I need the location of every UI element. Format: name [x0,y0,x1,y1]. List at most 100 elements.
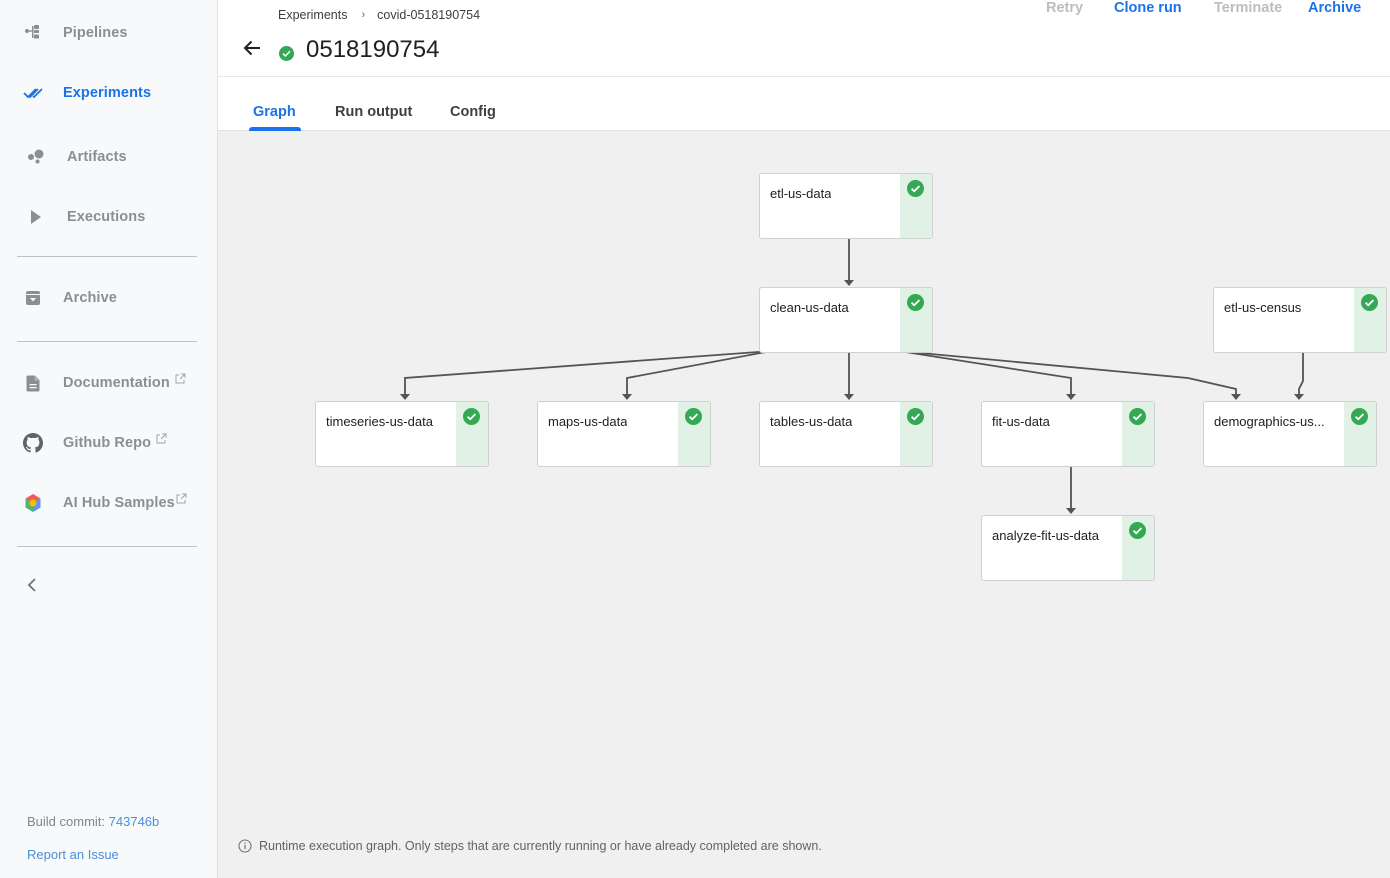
success-check-icon [1361,294,1378,311]
node-label: timeseries-us-data [326,414,433,429]
node-label: etl-us-data [770,186,832,201]
graph-node-analyze-fit-us-data[interactable]: analyze-fit-us-data [981,515,1155,581]
success-check-icon [907,294,924,311]
graph-edge [898,350,1072,394]
sidebar-item-label: Archive [63,290,117,306]
node-status-strip [1344,402,1376,466]
node-status-strip [900,288,932,352]
edge-arrowhead [1231,394,1241,400]
graph-edge [404,350,772,394]
sidebar-item-documentation[interactable]: Documentation [0,363,217,403]
chevron-right-icon: › [361,9,366,21]
node-label: clean-us-data [770,300,849,315]
node-status-strip [900,402,932,466]
chevron-left-icon [27,578,36,592]
report-issue-link[interactable]: Report an Issue [27,847,119,862]
tab-run-output[interactable]: Run output [335,104,412,120]
retry-button[interactable]: Retry [1046,0,1083,16]
edge-arrowhead [844,280,854,286]
pipelines-icon [22,22,44,44]
sidebar-item-github-repo[interactable]: Github Repo [0,423,217,463]
node-label: maps-us-data [548,414,628,429]
executions-icon [25,206,47,228]
tab-graph[interactable]: Graph [253,104,296,120]
graph-node-tables-us-data[interactable]: tables-us-data [759,401,933,467]
page-header: Experiments › covid-0518190754 051819075… [218,0,1390,77]
sidebar-item-label: Documentation [63,375,170,391]
sidebar-item-label: Pipelines [63,25,128,41]
success-check-icon [907,180,924,197]
edge-arrowhead [622,394,632,400]
success-check-icon [463,408,480,425]
clone-run-button[interactable]: Clone run [1114,0,1182,16]
graph-node-etl-us-data[interactable]: etl-us-data [759,173,933,239]
graph-node-maps-us-data[interactable]: maps-us-data [537,401,711,467]
breadcrumb-experiments[interactable]: Experiments [278,8,347,22]
external-link-icon [156,431,167,449]
graph-edge [1298,353,1304,394]
experiments-icon [22,82,44,104]
success-check-icon [1129,408,1146,425]
graph-edges [400,239,1304,514]
sidebar-item-artifacts[interactable]: Artifacts [0,137,217,177]
edge-arrowhead [844,394,854,400]
sidebar-item-ai-hub-samples[interactable]: AI Hub Samples [0,483,217,523]
breadcrumb-experiment[interactable]: covid-0518190754 [377,8,480,22]
github-icon [22,432,44,454]
sidebar-item-label: Github Repo [63,435,152,451]
artifacts-icon [25,146,47,168]
node-label: tables-us-data [770,414,853,429]
tab-bar: Graph Run output Config [218,77,1390,131]
edge-arrowhead [1066,394,1076,400]
sidebar-item-experiments[interactable]: Experiments [0,73,217,113]
node-label: etl-us-census [1224,300,1302,315]
graph-info-bar: Runtime execution graph. Only steps that… [238,839,822,853]
tab-config[interactable]: Config [450,104,496,120]
success-check-icon [1351,408,1368,425]
node-status-strip [456,402,488,466]
node-status-strip [900,174,932,238]
sidebar-item-label: Experiments [63,85,152,101]
external-link-icon [175,371,186,389]
sidebar: Pipelines Experiments Artifacts Executio… [0,0,218,878]
arrow-back-icon [243,40,260,56]
graph-info-text: Runtime execution graph. Only steps that… [259,839,822,853]
edge-arrowhead [400,394,410,400]
success-check-icon [685,408,702,425]
graph-node-clean-us-data[interactable]: clean-us-data [759,287,933,353]
sidebar-divider [17,341,197,342]
page-title: 0518190754 [306,36,440,63]
node-label: analyze-fit-us-data [992,528,1099,543]
document-icon [22,372,44,394]
node-status-strip [1354,288,1386,352]
sidebar-item-executions[interactable]: Executions [0,197,217,237]
node-status-strip [678,402,710,466]
terminate-button[interactable]: Terminate [1214,0,1282,16]
collapse-sidebar-button[interactable] [20,573,44,597]
node-label: demographics-us... [1214,414,1325,429]
sidebar-item-pipelines[interactable]: Pipelines [0,13,217,53]
sidebar-item-archive[interactable]: Archive [0,278,217,318]
node-label: fit-us-data [992,414,1050,429]
success-check-icon [1129,522,1146,539]
sidebar-divider [17,256,197,257]
sidebar-item-label: Artifacts [67,149,127,165]
graph-node-fit-us-data[interactable]: fit-us-data [981,401,1155,467]
back-button[interactable] [242,38,266,62]
archive-icon [22,287,44,309]
graph-canvas: etl-us-data clean-us-data etl-us-census tim… [218,131,1390,878]
success-check-icon [907,408,924,425]
archive-button[interactable]: Archive [1308,0,1361,16]
success-status-icon [279,46,294,61]
breadcrumb: Experiments › covid-0518190754 [278,8,480,22]
build-commit-link[interactable]: 743746b [109,814,160,829]
sidebar-item-label: Executions [67,209,146,225]
graph-node-timeseries-us-data[interactable]: timeseries-us-data [315,401,489,467]
graph-node-etl-us-census[interactable]: etl-us-census [1213,287,1387,353]
graph-node-demographics-us-data[interactable]: demographics-us... [1203,401,1377,467]
build-label: Build commit: [27,814,106,829]
edge-arrowhead [1066,508,1076,514]
sidebar-divider [17,546,197,547]
graph-edge [626,350,772,394]
info-icon [238,839,252,853]
